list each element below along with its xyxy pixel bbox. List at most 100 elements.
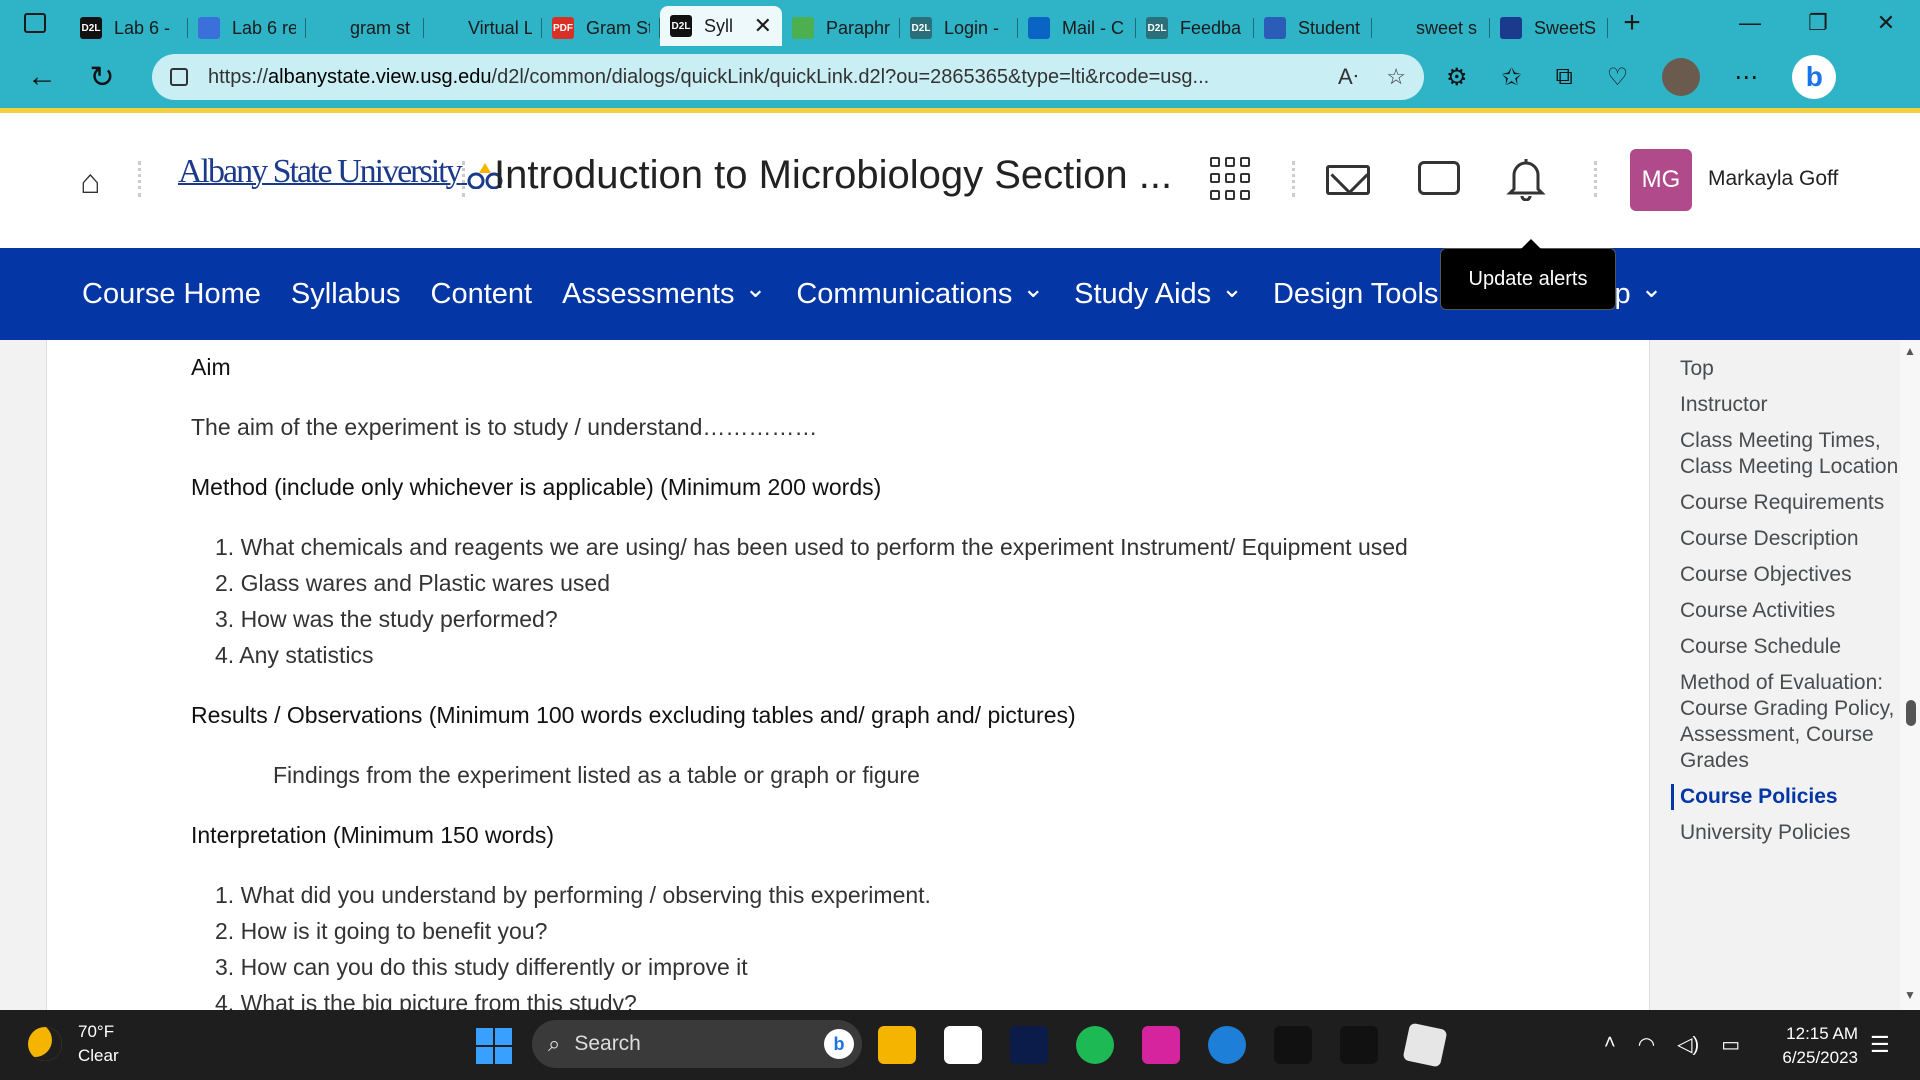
home-icon[interactable]: ⌂: [80, 163, 101, 202]
user-name[interactable]: Markayla Goff: [1708, 167, 1838, 191]
toc-link[interactable]: Course Objectives: [1680, 562, 1900, 588]
nav-item[interactable]: Communications ⌄: [796, 273, 1044, 311]
toc-link[interactable]: Course Schedule: [1680, 634, 1900, 660]
battery-icon[interactable]: ▭: [1721, 1032, 1740, 1057]
browser-tab[interactable]: Mail - C: [1018, 10, 1136, 46]
scroll-down-icon[interactable]: ▼: [1904, 988, 1916, 1002]
roblox-icon[interactable]: [1402, 1022, 1448, 1068]
browser-tab[interactable]: D2L Syll ✕: [660, 6, 782, 46]
update-alerts-bell-icon[interactable]: [1506, 157, 1546, 201]
scrollbar-thumb[interactable]: [1906, 700, 1916, 726]
toc-link[interactable]: Course Policies: [1671, 784, 1900, 810]
taskbar-search[interactable]: ⌕ Search b: [532, 1020, 862, 1068]
volume-icon[interactable]: ◁): [1677, 1032, 1699, 1057]
browser-tab[interactable]: PDF Gram St: [542, 10, 660, 46]
interpretation-item: 2. How is it going to benefit you?: [215, 918, 548, 944]
browser-tab[interactable]: Lab 6 re: [188, 10, 306, 46]
course-title[interactable]: Introduction to Microbiology Section ...: [494, 153, 1172, 198]
nav-item[interactable]: lp ⌄: [1608, 273, 1662, 311]
toc-link[interactable]: Course Requirements: [1680, 490, 1900, 516]
tab-favicon-icon: D2L: [1146, 17, 1168, 39]
method-item: 1. What chemicals and reagents we are us…: [215, 534, 1408, 560]
chevron-down-icon: ⌄: [1221, 272, 1243, 303]
store-icon[interactable]: [944, 1026, 982, 1064]
profile-avatar[interactable]: [1662, 58, 1701, 96]
extensions-icon[interactable]: ⚙: [1446, 63, 1468, 92]
read-aloud-icon[interactable]: Aᐧ: [1338, 64, 1358, 90]
university-logo[interactable]: Albany State University: [178, 153, 503, 191]
start-windows-icon[interactable]: [476, 1028, 512, 1064]
browser-tab[interactable]: Virtual L: [424, 10, 542, 46]
browser-tab[interactable]: SweetS: [1490, 10, 1608, 46]
more-options-icon[interactable]: ⋯: [1734, 63, 1758, 92]
message-alerts-mail-icon[interactable]: [1326, 165, 1370, 195]
maximize-icon[interactable]: ❐: [1784, 10, 1852, 36]
browser-toolbar: ← ↻ https://albanystate.view.usg.edu/d2l…: [0, 46, 1920, 108]
url-text[interactable]: https://albanystate.view.usg.edu/d2l/com…: [208, 66, 1338, 89]
browser-tab[interactable]: gram st: [306, 10, 424, 46]
close-tab-icon[interactable]: ✕: [754, 13, 772, 39]
toc-link[interactable]: Method of Evaluation: Course Grading Pol…: [1680, 670, 1900, 774]
nav-item[interactable]: Study Aids ⌄: [1074, 273, 1243, 311]
toc-link[interactable]: Course Description: [1680, 526, 1900, 552]
instagram-icon[interactable]: [1142, 1026, 1180, 1064]
back-icon[interactable]: ←: [12, 60, 72, 94]
browser-tab[interactable]: sweet s: [1372, 10, 1490, 46]
toc-link[interactable]: Class Meeting Times, Class Meeting Locat…: [1680, 428, 1900, 480]
favorite-star-icon[interactable]: ☆: [1386, 64, 1406, 90]
nav-item[interactable]: Assessments ⌄: [562, 273, 766, 311]
browser-tab[interactable]: Student: [1254, 10, 1372, 46]
subscription-alerts-chat-icon[interactable]: [1418, 161, 1460, 195]
weather-widget[interactable]: 70°F Clear: [28, 1020, 119, 1068]
disney-plus-icon[interactable]: [1010, 1026, 1048, 1064]
toc-link[interactable]: Top: [1680, 356, 1900, 382]
lock-icon[interactable]: [170, 68, 188, 86]
page-scrollbar[interactable]: ▲ ▼: [1900, 340, 1920, 1010]
tab-title: Lab 6 re: [232, 17, 296, 38]
toc-link[interactable]: Course Activities: [1680, 598, 1900, 624]
wifi-icon[interactable]: ◠: [1638, 1032, 1655, 1057]
tab-actions-icon[interactable]: [0, 0, 70, 46]
tab-favicon-icon: D2L: [910, 17, 932, 39]
edge-icon[interactable]: [1208, 1026, 1246, 1064]
nav-item[interactable]: Course Home: [82, 278, 261, 311]
toc-link[interactable]: Instructor: [1680, 392, 1900, 418]
tab-title: Syll: [704, 15, 734, 36]
clock-time: 12:15 AM: [1786, 1024, 1858, 1043]
chevron-up-icon[interactable]: ˄: [1604, 1032, 1616, 1057]
spotify-icon[interactable]: [1076, 1026, 1114, 1064]
nav-item[interactable]: Syllabus: [291, 278, 401, 311]
notification-center-icon[interactable]: ☰: [1870, 1032, 1890, 1058]
toc-link[interactable]: University Policies: [1680, 820, 1900, 846]
browser-tab[interactable]: Paraphr: [782, 10, 900, 46]
favorites-icon[interactable]: ✩: [1502, 63, 1522, 92]
course-header: ⌂ Albany State University Introduction t…: [0, 113, 1920, 248]
browser-tab[interactable]: D2L Login -: [900, 10, 1018, 46]
nav-item-label: Assessments: [562, 277, 735, 310]
browser-tab[interactable]: D2L Feedba: [1136, 10, 1254, 46]
divider: [1594, 161, 1598, 197]
address-bar[interactable]: https://albanystate.view.usg.edu/d2l/com…: [152, 54, 1424, 100]
performance-icon[interactable]: ♡: [1607, 63, 1629, 92]
minimize-icon[interactable]: —: [1716, 10, 1784, 36]
new-tab-button[interactable]: +: [1608, 6, 1656, 40]
file-explorer-icon[interactable]: [878, 1026, 916, 1064]
system-clock[interactable]: 12:15 AM 6/25/2023: [1768, 1022, 1858, 1070]
netflix-icon[interactable]: [1274, 1026, 1312, 1064]
user-avatar[interactable]: MG: [1630, 149, 1692, 211]
nav-item-label: Course Home: [82, 277, 261, 310]
bing-icon[interactable]: b: [824, 1029, 854, 1059]
course-selector-grid-icon[interactable]: [1210, 157, 1254, 201]
close-window-icon[interactable]: ✕: [1852, 10, 1920, 36]
tab-favicon-icon: [434, 17, 456, 39]
hulu-icon[interactable]: [1340, 1026, 1378, 1064]
collections-icon[interactable]: ⧉: [1556, 63, 1573, 91]
results-text: Findings from the experiment listed as a…: [273, 762, 920, 788]
refresh-icon[interactable]: ↻: [72, 60, 132, 95]
bing-chat-icon[interactable]: b: [1792, 55, 1837, 99]
scroll-up-icon[interactable]: ▲: [1904, 344, 1916, 358]
nav-item[interactable]: Content: [431, 278, 533, 311]
tab-title: gram st: [350, 17, 411, 38]
tab-favicon-icon: PDF: [552, 17, 574, 39]
browser-tab[interactable]: D2L Lab 6 -: [70, 10, 188, 46]
